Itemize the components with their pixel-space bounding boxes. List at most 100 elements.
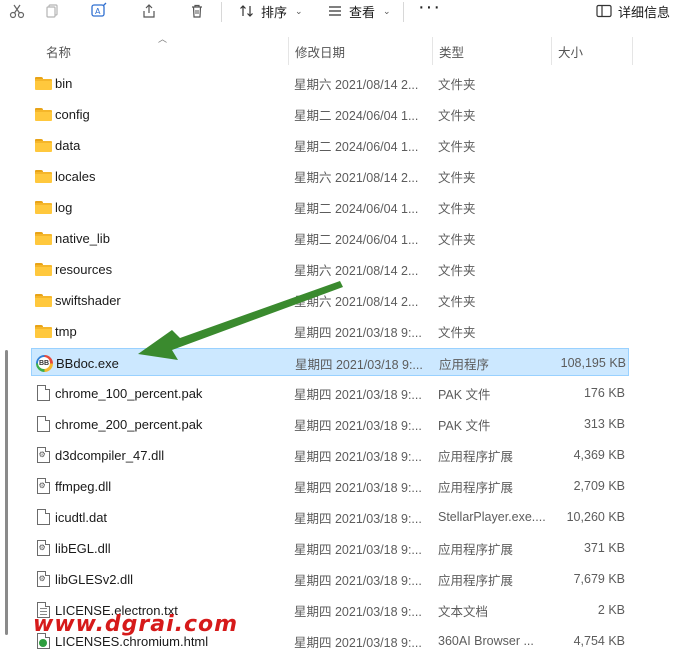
details-pane-icon	[596, 4, 612, 18]
file-type: 文件夹	[438, 170, 476, 185]
column-divider[interactable]	[432, 37, 433, 65]
file-icon	[33, 503, 53, 531]
bbdoc-app-icon: BB	[34, 349, 54, 377]
file-size	[551, 317, 625, 345]
details-pane-button[interactable]: 详细信息	[596, 0, 670, 22]
file-modified-date: 星期六 2021/08/14 2...	[294, 170, 419, 185]
file-size	[551, 100, 625, 128]
file-type: 文件夹	[438, 294, 476, 309]
file-modified-date: 星期六 2021/08/14 2...	[294, 294, 419, 309]
folder-icon	[33, 100, 53, 128]
file-row[interactable]: locales 星期六 2021/08/14 2... 文件夹	[31, 162, 629, 190]
delete-icon[interactable]	[186, 0, 208, 22]
share-icon[interactable]	[138, 0, 160, 22]
file-type: 文件夹	[438, 139, 476, 154]
file-type: StellarPlayer.exe....	[438, 510, 546, 524]
column-header-size[interactable]: 大小	[558, 37, 583, 65]
file-size	[551, 193, 625, 221]
folder-icon	[33, 131, 53, 159]
file-name: icudtl.dat	[55, 509, 108, 525]
file-name: config	[55, 106, 90, 122]
file-row[interactable]: swiftshader 星期六 2021/08/14 2... 文件夹	[31, 286, 629, 314]
folder-icon	[33, 162, 53, 190]
column-header-date[interactable]: 修改日期	[295, 37, 345, 65]
view-button[interactable]: 查看 ⌄	[327, 0, 391, 22]
dll-file-icon: ⚙	[33, 534, 53, 562]
folder-icon	[33, 255, 53, 283]
file-size	[551, 255, 625, 283]
file-name: libEGL.dll	[55, 540, 111, 556]
file-size	[551, 224, 625, 252]
column-header-row: 名称 修改日期 类型 大小	[0, 37, 682, 65]
column-divider[interactable]	[551, 37, 552, 65]
file-row[interactable]: native_lib 星期二 2024/06/04 1... 文件夹	[31, 224, 629, 252]
sort-icon	[240, 5, 253, 17]
dll-file-icon: ⚙	[33, 472, 53, 500]
file-size: 313 KB	[583, 417, 625, 431]
file-type: PAK 文件	[438, 387, 491, 402]
file-row[interactable]: ⚙ d3dcompiler_47.dll 星期四 2021/03/18 9:... 应…	[31, 441, 629, 469]
file-size	[551, 286, 625, 314]
file-modified-date: 星期四 2021/03/18 9:...	[294, 418, 422, 433]
file-type: 360AI Browser ...	[438, 634, 534, 648]
file-type: 应用程序	[439, 357, 490, 372]
file-row[interactable]: ⚙ libEGL.dll 星期四 2021/03/18 9:... 应用程序扩展 371…	[31, 534, 629, 562]
column-divider[interactable]	[288, 37, 289, 65]
file-row[interactable]: log 星期二 2024/06/04 1... 文件夹	[31, 193, 629, 221]
file-size	[551, 131, 625, 159]
folder-icon	[33, 286, 53, 314]
file-row[interactable]: ⚙ libGLESv2.dll 星期四 2021/03/18 9:... 应用程序扩展…	[31, 565, 629, 593]
file-modified-date: 星期六 2021/08/14 2...	[294, 77, 419, 92]
scrollbar[interactable]	[5, 350, 8, 635]
file-modified-date: 星期二 2024/06/04 1...	[294, 232, 419, 247]
column-header-name[interactable]: 名称	[46, 37, 71, 65]
file-modified-date: 星期二 2024/06/04 1...	[294, 139, 419, 154]
file-modified-date: 星期四 2021/03/18 9:...	[294, 325, 422, 340]
file-name: bin	[55, 75, 73, 91]
command-bar: A 排序 ⌄ 查看 ⌄ ··· 详细信息	[0, 0, 682, 24]
file-modified-date: 星期四 2021/03/18 9:...	[294, 511, 422, 526]
cut-icon[interactable]	[6, 0, 28, 22]
dll-file-icon: ⚙	[33, 565, 53, 593]
copy-icon[interactable]	[41, 0, 63, 22]
file-row[interactable]: ⚙ ffmpeg.dll 星期四 2021/03/18 9:... 应用程序扩展 2,7…	[31, 472, 629, 500]
file-name: libGLESv2.dll	[55, 571, 134, 587]
details-pane-label: 详细信息	[618, 4, 671, 20]
file-type: 文件夹	[438, 201, 476, 216]
file-type: 应用程序扩展	[438, 542, 514, 557]
rename-icon[interactable]: A	[88, 0, 110, 22]
chevron-down-icon: ⌄	[383, 5, 391, 16]
file-row[interactable]: icudtl.dat 星期四 2021/03/18 9:... StellarPla…	[31, 503, 629, 531]
file-name: tmp	[55, 323, 77, 339]
file-size: 7,679 KB	[573, 572, 625, 586]
toolbar-divider	[403, 2, 404, 22]
column-header-type[interactable]: 类型	[439, 37, 464, 65]
file-row[interactable]: chrome_200_percent.pak 星期四 2021/03/18 9:.…	[31, 410, 629, 438]
file-name: BBdoc.exe	[56, 355, 119, 371]
file-modified-date: 星期四 2021/03/18 9:...	[295, 357, 423, 372]
file-row[interactable]: bin 星期六 2021/08/14 2... 文件夹	[31, 69, 629, 97]
file-row[interactable]: resources 星期六 2021/08/14 2... 文件夹	[31, 255, 629, 283]
file-row[interactable]: config 星期二 2024/06/04 1... 文件夹	[31, 100, 629, 128]
file-type: 文件夹	[438, 108, 476, 123]
more-options-button[interactable]: ···	[418, 0, 441, 22]
file-row[interactable]: data 星期二 2024/06/04 1... 文件夹	[31, 131, 629, 159]
view-icon	[329, 6, 341, 16]
file-size	[551, 69, 625, 97]
file-row[interactable]: BB BBdoc.exe 星期四 2021/03/18 9:... 应用程序 108,1…	[31, 348, 629, 376]
file-name: locales	[55, 168, 96, 184]
file-modified-date: 星期四 2021/03/18 9:...	[294, 387, 422, 402]
file-modified-date: 星期四 2021/03/18 9:...	[294, 480, 422, 495]
file-name: ffmpeg.dll	[55, 478, 112, 494]
file-size: 108,195 KB	[560, 356, 626, 370]
file-name: data	[55, 137, 81, 153]
file-name: native_lib	[55, 230, 110, 246]
file-type: 文件夹	[438, 263, 476, 278]
file-row[interactable]: tmp 星期四 2021/03/18 9:... 文件夹	[31, 317, 629, 345]
sort-button[interactable]: 排序 ⌄	[239, 0, 303, 22]
file-type: PAK 文件	[438, 418, 491, 433]
column-divider[interactable]	[632, 37, 633, 65]
file-size	[551, 162, 625, 190]
file-row[interactable]: chrome_100_percent.pak 星期四 2021/03/18 9:.…	[31, 379, 629, 407]
file-type: 文件夹	[438, 77, 476, 92]
